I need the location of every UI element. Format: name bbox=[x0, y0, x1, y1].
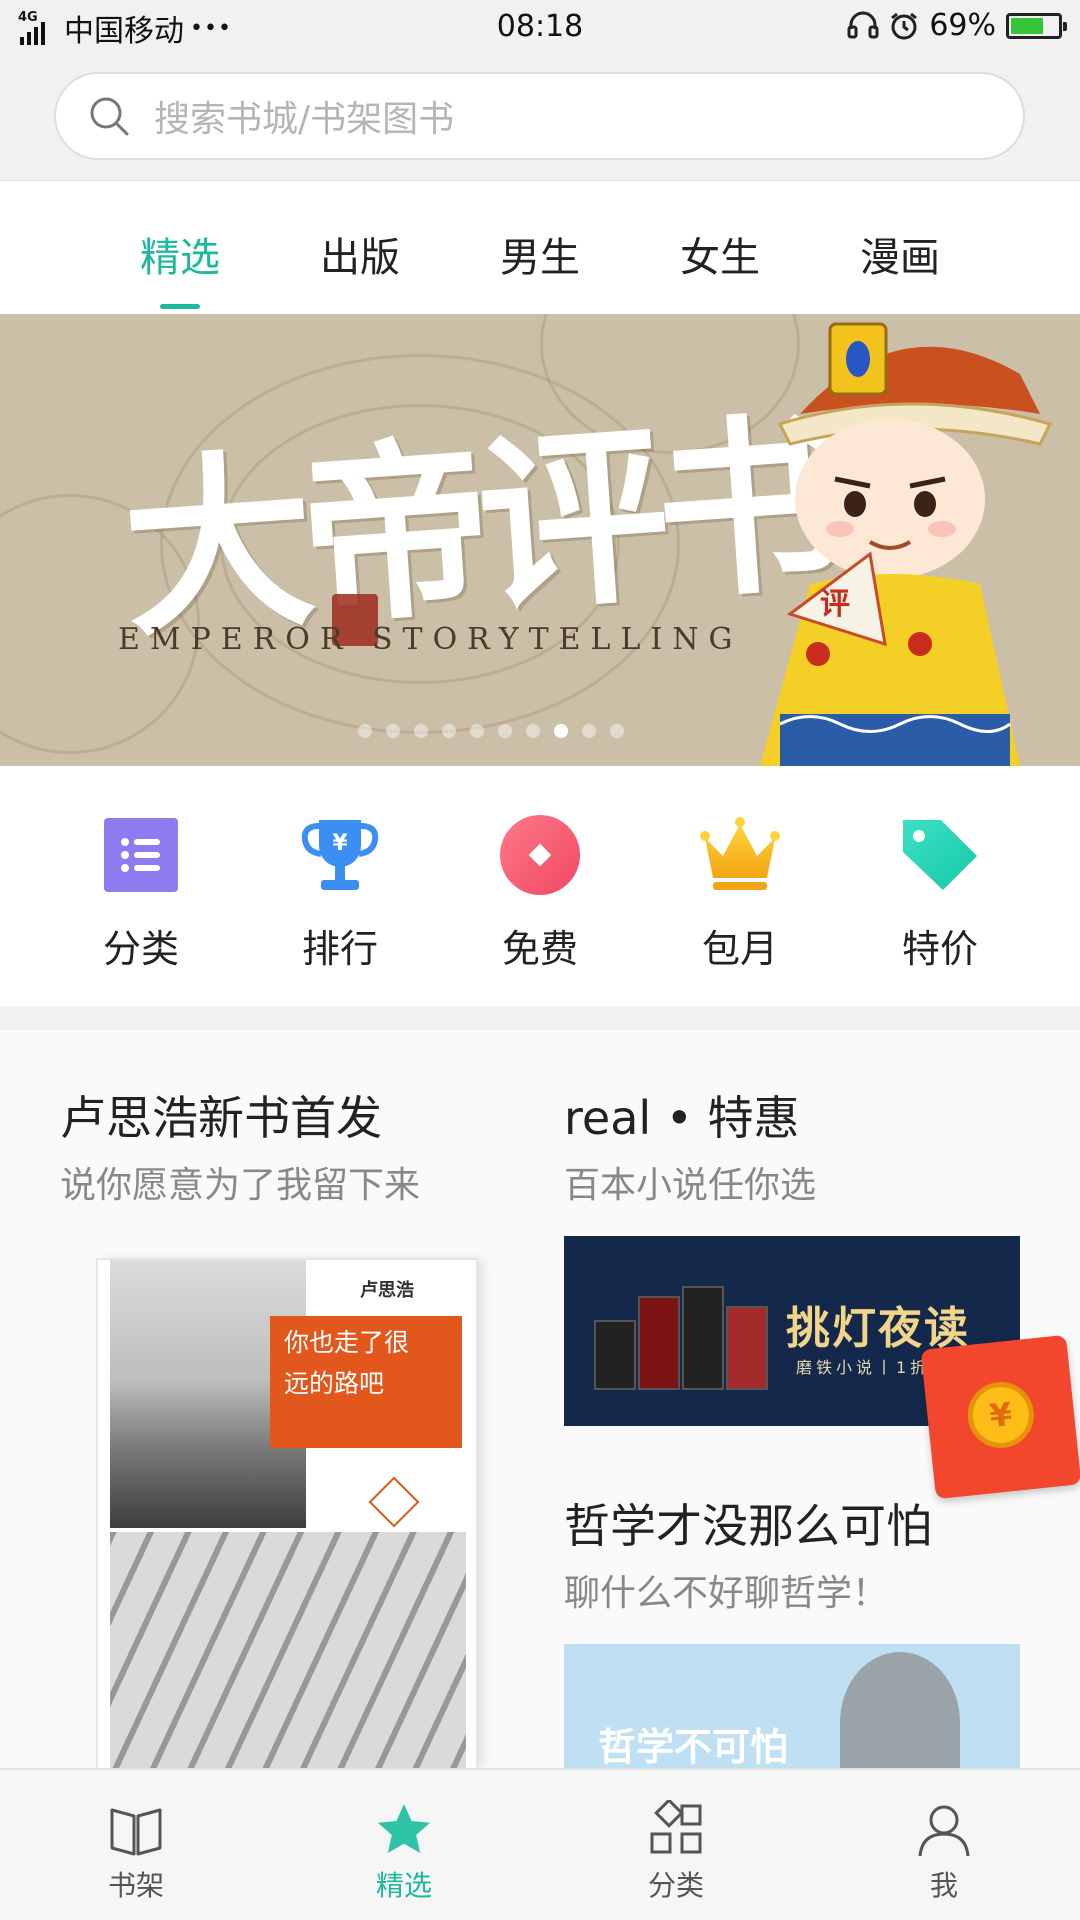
headset-icon bbox=[847, 11, 879, 38]
quick-links: 分类 ¥ 排行 免费 包月 特价 bbox=[0, 766, 1080, 1006]
red-packet-button[interactable]: ¥ bbox=[920, 1334, 1080, 1500]
quick-link-label: 排行 bbox=[301, 927, 378, 971]
nav-label: 书架 bbox=[107, 1869, 164, 1902]
banner-dot bbox=[554, 724, 568, 738]
banner-dot bbox=[414, 724, 428, 738]
search-placeholder: 搜索书城/书架图书 bbox=[154, 99, 455, 140]
banner-subtitle: EMPEROR STORYTELLING bbox=[118, 622, 743, 657]
tab-male[interactable]: 男生 bbox=[460, 225, 620, 283]
tab-active-indicator bbox=[160, 304, 200, 309]
search-icon bbox=[90, 97, 129, 136]
tab-comics[interactable]: 漫画 bbox=[820, 225, 980, 283]
promo-philosophy-text: 哲学不可怕 bbox=[598, 1725, 789, 1768]
feature-left-subtitle: 说你愿意为了我留下来 bbox=[60, 1165, 421, 1206]
banner-dot bbox=[610, 724, 624, 738]
battery-percent: 69% bbox=[929, 8, 996, 43]
promo-banner-philosophy[interactable]: 哲学不可怕 bbox=[564, 1644, 1020, 1768]
tab-featured[interactable]: 精选 bbox=[100, 225, 260, 283]
emperor-character-illustration: 评 bbox=[760, 322, 1053, 766]
search-area: 搜索书城/书架图书 bbox=[0, 54, 1080, 180]
tab-female[interactable]: 女生 bbox=[640, 225, 800, 283]
featured-section: 卢思浩新书首发 说你愿意为了我留下来 你也走了很远的路吧 卢思浩 real • … bbox=[0, 1030, 1080, 1768]
category-tabs: 精选 出版 男生 女生 漫画 bbox=[0, 180, 1080, 314]
svg-text:¥: ¥ bbox=[332, 831, 348, 856]
status-bar: 4G 中国移动 ••• 08:18 69% bbox=[0, 0, 1080, 54]
status-right: 69% bbox=[847, 8, 1067, 43]
svg-text:评: 评 bbox=[820, 587, 850, 622]
quick-link-label: 包月 bbox=[701, 927, 778, 971]
search-input[interactable]: 搜索书城/书架图书 bbox=[54, 72, 1025, 160]
feature-right-subtitle: 百本小说任你选 bbox=[564, 1165, 817, 1206]
nav-label: 分类 bbox=[647, 1869, 704, 1902]
trophy-icon: ¥ bbox=[301, 820, 379, 890]
nav-featured[interactable]: 精选 bbox=[324, 1800, 484, 1904]
feature-philosophy-title[interactable]: 哲学才没那么可怕 bbox=[564, 1490, 932, 1556]
nav-label: 精选 bbox=[375, 1869, 432, 1902]
book-title: 你也走了很远的路吧 bbox=[284, 1328, 410, 1398]
alarm-icon bbox=[891, 12, 918, 39]
crown-icon bbox=[700, 817, 780, 890]
star-icon bbox=[378, 1804, 430, 1853]
feature-philosophy-subtitle: 聊什么不好聊哲学！ bbox=[564, 1573, 889, 1614]
grid-icon bbox=[650, 1798, 702, 1854]
cover-diamond-mark bbox=[368, 1476, 420, 1528]
book-cover[interactable]: 你也走了很远的路吧 卢思浩 bbox=[98, 1260, 476, 1768]
book-icon bbox=[110, 1808, 162, 1856]
promo-subtitle: 磨铁小说丨1折 bbox=[796, 1358, 931, 1377]
quick-link-label: 免费 bbox=[501, 927, 578, 971]
section-divider bbox=[0, 1006, 1080, 1030]
banner-dot bbox=[498, 724, 512, 738]
banner-dot bbox=[358, 724, 372, 738]
banner-carousel[interactable]: 大帝评书 EMPEROR STORYTELLING 评 bbox=[0, 314, 1080, 766]
tag-icon bbox=[903, 820, 977, 890]
banner-dot bbox=[582, 724, 596, 738]
nav-bookshelf[interactable]: 书架 bbox=[56, 1800, 216, 1904]
quick-link-category[interactable]: 分类 bbox=[61, 812, 221, 973]
tab-published[interactable]: 出版 bbox=[280, 225, 440, 283]
quick-link-ranking[interactable]: ¥ 排行 bbox=[260, 812, 420, 973]
banner-dot bbox=[442, 724, 456, 738]
list-icon bbox=[104, 818, 178, 892]
free-icon bbox=[500, 815, 580, 895]
nav-category[interactable]: 分类 bbox=[596, 1798, 756, 1904]
quick-link-label: 分类 bbox=[102, 927, 179, 971]
nav-label: 我 bbox=[929, 1869, 958, 1902]
banner-pagination bbox=[358, 724, 624, 738]
cover-photo-terminal bbox=[110, 1532, 466, 1768]
book-author: 卢思浩 bbox=[360, 1280, 414, 1301]
nav-profile[interactable]: 我 bbox=[864, 1800, 1024, 1904]
quick-link-monthly[interactable]: 包月 bbox=[660, 812, 820, 973]
battery-icon bbox=[1006, 12, 1067, 39]
feature-left-title[interactable]: 卢思浩新书首发 bbox=[60, 1082, 382, 1148]
user-icon bbox=[918, 1805, 970, 1857]
quick-link-label: 特价 bbox=[901, 927, 978, 971]
bottom-navigation: 书架 精选 分类 我 bbox=[0, 1768, 1080, 1920]
quick-link-free[interactable]: 免费 bbox=[460, 812, 620, 973]
banner-dot bbox=[526, 724, 540, 738]
feature-right-title[interactable]: real • 特惠 bbox=[564, 1082, 800, 1148]
banner-dot bbox=[386, 724, 400, 738]
banner-dot bbox=[470, 724, 484, 738]
thinker-statue-image bbox=[840, 1652, 960, 1768]
promo-title: 挑灯夜读 bbox=[786, 1303, 970, 1354]
quick-link-discount[interactable]: 特价 bbox=[860, 812, 1020, 973]
